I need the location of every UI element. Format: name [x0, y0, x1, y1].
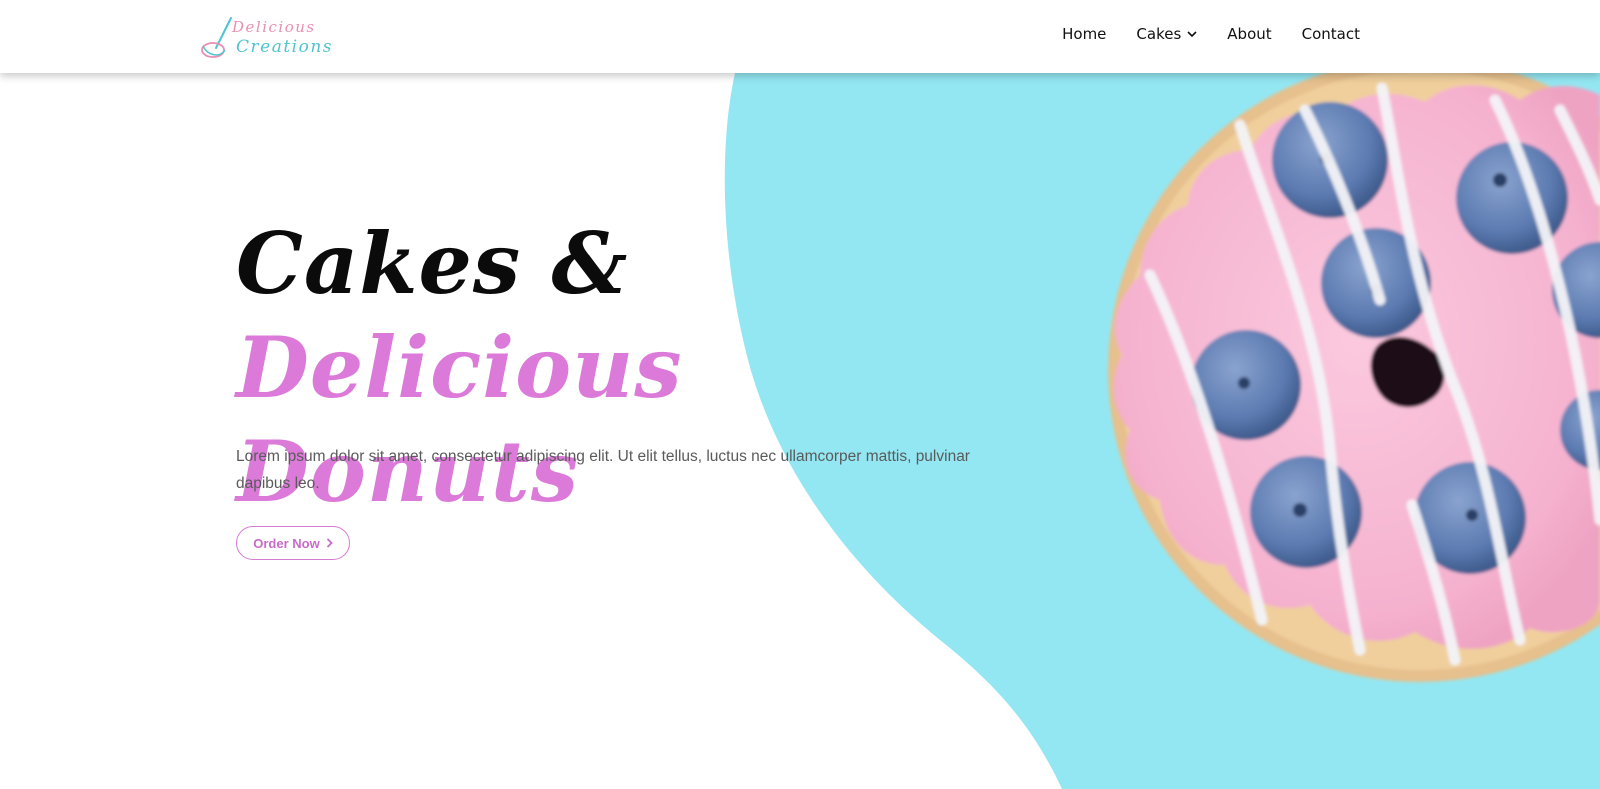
hero-title-part1: Cakes & [236, 214, 629, 313]
chevron-right-icon [326, 538, 333, 548]
nav-about[interactable]: About [1227, 25, 1271, 43]
brand-logo[interactable]: Delicious Creations [198, 12, 348, 62]
whisk-icon [201, 17, 232, 58]
nav-cakes[interactable]: Cakes [1136, 25, 1197, 43]
nav-home-label: Home [1062, 25, 1107, 43]
hero-description: Lorem ipsum dolor sit amet, consectetur … [236, 448, 970, 492]
main-nav: Home Cakes About Contact [1062, 25, 1360, 43]
chevron-down-icon [1187, 30, 1197, 37]
logo-line2: Creations [236, 37, 333, 57]
order-now-label: Order Now [253, 535, 320, 551]
order-now-button[interactable]: Order Now [236, 526, 350, 560]
nav-home[interactable]: Home [1062, 25, 1106, 43]
site-header: Delicious Creations Home Cakes About Con… [0, 0, 1600, 73]
nav-cakes-label: Cakes [1136, 25, 1182, 43]
hero-title-part2: Delicious [236, 318, 683, 417]
nav-contact-label: Contact [1301, 25, 1360, 43]
nav-contact[interactable]: Contact [1302, 25, 1360, 43]
logo-line1: Delicious [231, 18, 316, 36]
nav-about-label: About [1227, 25, 1272, 43]
